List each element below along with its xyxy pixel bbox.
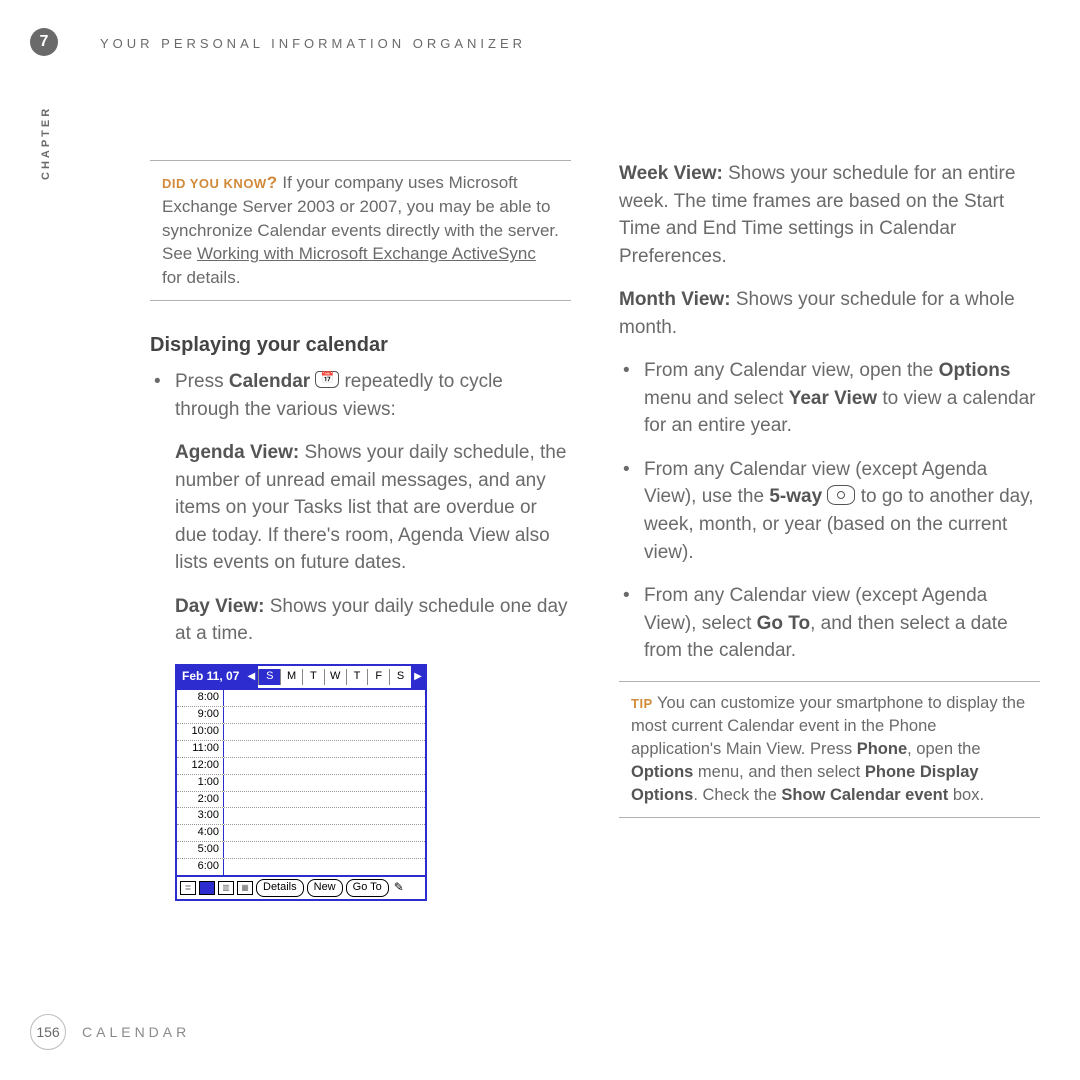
time-label: 5:00 <box>177 842 224 858</box>
view-icon-agenda: ≣ <box>180 881 196 895</box>
time-label: 11:00 <box>177 741 224 757</box>
day-header-6: S <box>389 669 411 685</box>
time-label: 9:00 <box>177 707 224 723</box>
time-row: 9:00 <box>177 707 425 724</box>
time-row: 8:00 <box>177 690 425 707</box>
five-way-icon <box>827 485 855 505</box>
next-arrow-icon: ▶ <box>411 666 425 688</box>
time-label: 1:00 <box>177 775 224 791</box>
week-view-para: Week View: Shows your schedule for an en… <box>619 160 1040 270</box>
right-column: Week View: Shows your schedule for an en… <box>619 160 1040 917</box>
calendar-screenshot: Feb 11, 07 ◀ SMTWTFS ▶ 8:009:0010:0011:0… <box>175 664 427 901</box>
running-head: YOUR PERSONAL INFORMATION ORGANIZER <box>100 36 526 51</box>
bullet-press-calendar: Press Calendar 📅 repeatedly to cycle thr… <box>150 368 571 423</box>
time-label: 12:00 <box>177 758 224 774</box>
prev-arrow-icon: ◀ <box>244 666 258 688</box>
time-row: 1:00 <box>177 775 425 792</box>
shot-btn-new: New <box>307 879 343 897</box>
tip-label: TIP <box>631 696 653 711</box>
month-view-para: Month View: Shows your schedule for a wh… <box>619 286 1040 341</box>
page-number: 156 <box>30 1014 66 1050</box>
view-icon-week: ▥ <box>218 881 234 895</box>
dyk-text-b: for details. <box>162 268 240 287</box>
day-view-para: Day View: Shows your daily schedule one … <box>175 593 571 648</box>
time-row: 5:00 <box>177 842 425 859</box>
time-label: 6:00 <box>177 859 224 875</box>
day-header-4: T <box>346 669 368 685</box>
view-icon-month: ▦ <box>237 881 253 895</box>
bullet-year-view: From any Calendar view, open the Options… <box>619 357 1040 440</box>
time-row: 10:00 <box>177 724 425 741</box>
time-row: 6:00 <box>177 859 425 875</box>
shot-date: Feb 11, 07 <box>177 666 244 688</box>
time-row: 2:00 <box>177 792 425 809</box>
bullet-goto: From any Calendar view (except Agenda Vi… <box>619 582 1040 665</box>
time-label: 3:00 <box>177 808 224 824</box>
chapter-number-badge: 7 <box>30 28 58 56</box>
agenda-view-para: Agenda View: Shows your daily schedule, … <box>175 439 571 577</box>
shot-btn-goto: Go To <box>346 879 389 897</box>
chapter-label: CHAPTER <box>40 106 52 180</box>
time-row: 4:00 <box>177 825 425 842</box>
section-title: Displaying your calendar <box>150 331 571 360</box>
left-column: DID YOU KNOW? If your company uses Micro… <box>150 160 571 917</box>
day-header-3: W <box>324 669 346 685</box>
time-label: 2:00 <box>177 792 224 808</box>
day-header-1: M <box>280 669 302 685</box>
day-header-0: S <box>258 669 280 685</box>
footer-section: CALENDAR <box>82 1024 190 1040</box>
time-label: 4:00 <box>177 825 224 841</box>
view-icon-day <box>199 881 215 895</box>
did-you-know-callout: DID YOU KNOW? If your company uses Micro… <box>150 160 571 301</box>
time-label: 8:00 <box>177 690 224 706</box>
did-you-know-label: DID YOU KNOW <box>162 176 267 191</box>
calendar-key-icon: 📅 <box>315 371 339 388</box>
page-footer: 156 CALENDAR <box>30 1014 190 1050</box>
tip-callout: TIP You can customize your smartphone to… <box>619 681 1040 818</box>
time-label: 10:00 <box>177 724 224 740</box>
question-mark: ? <box>267 173 278 192</box>
bullet-5way: From any Calendar view (except Agenda Vi… <box>619 456 1040 566</box>
day-header-5: F <box>367 669 389 685</box>
time-row: 3:00 <box>177 808 425 825</box>
note-icon: ✎ <box>394 879 404 896</box>
activesync-link[interactable]: Working with Microsoft Exchange ActiveSy… <box>197 244 536 263</box>
day-header-2: T <box>302 669 324 685</box>
shot-btn-details: Details <box>256 879 304 897</box>
time-row: 11:00 <box>177 741 425 758</box>
time-row: 12:00 <box>177 758 425 775</box>
